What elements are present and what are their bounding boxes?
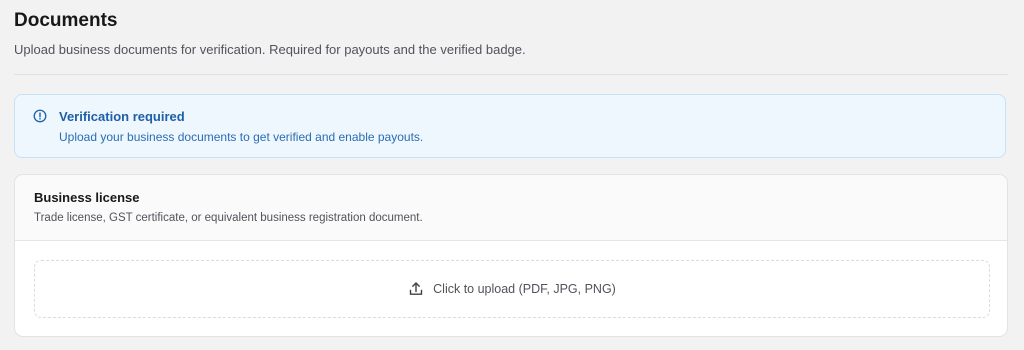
info-circle-icon	[33, 109, 47, 123]
card-header: Business license Trade license, GST cert…	[15, 175, 1007, 241]
upload-button[interactable]: Click to upload (PDF, JPG, PNG)	[35, 261, 989, 317]
card-description: Trade license, GST certificate, or equiv…	[34, 212, 423, 224]
upload-dropzone[interactable]: Click to upload (PDF, JPG, PNG)	[34, 260, 990, 318]
upload-icon	[409, 282, 423, 295]
header-divider	[14, 74, 1008, 75]
business-license-card: Business license Trade license, GST cert…	[14, 174, 1008, 337]
alert-text: Upload your business documents to get ve…	[59, 130, 424, 144]
upload-label: Click to upload (PDF, JPG, PNG)	[433, 282, 616, 296]
alert-title: Verification required	[59, 109, 185, 124]
verification-alert: Verification required Upload your busine…	[14, 94, 1006, 158]
card-title: Business license	[34, 190, 140, 205]
page-subtitle: Upload business documents for verificati…	[14, 42, 526, 57]
page-title: Documents	[14, 10, 118, 31]
